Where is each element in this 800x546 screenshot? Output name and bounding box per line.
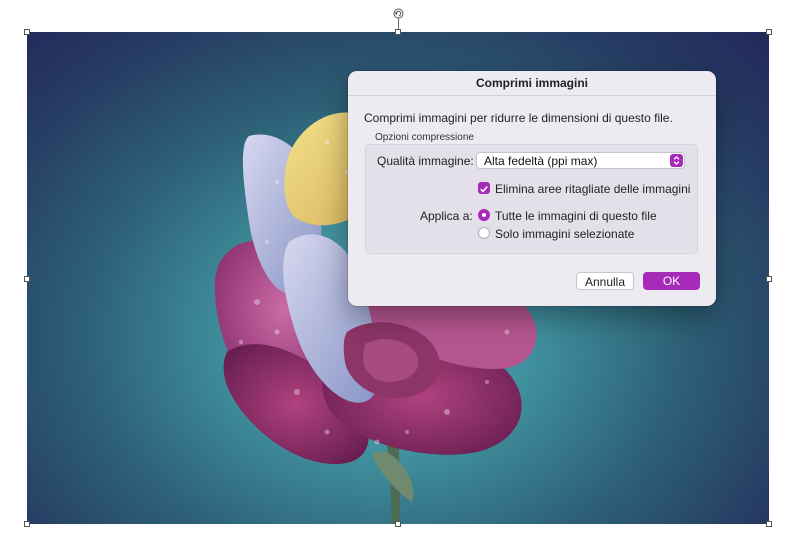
quality-label: Qualità immagine: (377, 154, 474, 168)
ok-button[interactable]: OK (643, 272, 700, 290)
radio-all-images[interactable] (478, 209, 490, 221)
resize-handle-top[interactable] (395, 29, 401, 35)
rotate-handle-icon[interactable] (393, 8, 404, 19)
radio-selected-images-label[interactable]: Solo immagini selezionate (495, 227, 634, 241)
checkmark-icon (480, 186, 488, 193)
radio-all-images-label[interactable]: Tutte le immagini di questo file (495, 209, 657, 223)
resize-handle-left[interactable] (24, 276, 30, 282)
resize-handle-right[interactable] (766, 276, 772, 282)
quality-select[interactable]: Alta fedeltà (ppi max) (476, 152, 685, 169)
resize-handle-bottom-right[interactable] (766, 521, 772, 527)
quality-select-value: Alta fedeltà (ppi max) (484, 154, 598, 168)
resize-handle-top-left[interactable] (24, 29, 30, 35)
dialog-title: Comprimi immagini (348, 71, 716, 96)
crop-areas-checkbox[interactable] (478, 182, 490, 194)
resize-handle-top-right[interactable] (766, 29, 772, 35)
resize-handle-bottom-left[interactable] (24, 521, 30, 527)
radio-selected-images[interactable] (478, 227, 490, 239)
compress-images-dialog: Comprimi immagini Comprimi immagini per … (348, 71, 716, 306)
chevron-up-down-icon (670, 154, 683, 167)
resize-handle-bottom[interactable] (395, 521, 401, 527)
compression-options-label: Opzioni compressione (375, 132, 474, 143)
dialog-description: Comprimi immagini per ridurre le dimensi… (364, 111, 673, 125)
cancel-button[interactable]: Annulla (576, 272, 634, 290)
crop-areas-label[interactable]: Elimina aree ritagliate delle immagini (495, 182, 690, 196)
apply-to-label: Applica a: (420, 209, 473, 223)
